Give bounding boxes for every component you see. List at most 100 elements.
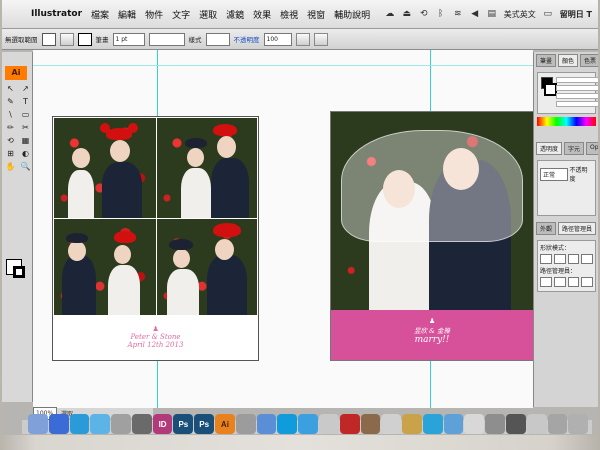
tab-transparency[interactable]: 透明度 <box>536 142 563 155</box>
color-slider[interactable] <box>556 77 598 83</box>
crop-icon[interactable] <box>581 277 593 287</box>
preferences-button[interactable] <box>313 32 328 46</box>
photo-bottom-right[interactable] <box>157 219 257 315</box>
safari-icon[interactable] <box>298 414 318 434</box>
app-icon[interactable] <box>464 414 485 434</box>
app-icon[interactable] <box>422 414 443 434</box>
app-icon[interactable] <box>339 414 360 434</box>
eject-icon[interactable]: ⏏ <box>402 9 412 19</box>
fill-color-swatch[interactable] <box>41 32 56 46</box>
unite-icon[interactable] <box>540 254 552 264</box>
stroke-swatch[interactable] <box>13 266 25 278</box>
pen-tool-icon[interactable]: ✎ <box>4 96 17 108</box>
time-machine-icon[interactable]: ⟲ <box>419 9 429 19</box>
ical-icon[interactable] <box>256 414 277 434</box>
fill-dropdown-icon[interactable] <box>59 32 74 46</box>
selection-tool-icon[interactable]: ↖ <box>4 83 17 95</box>
menu-file[interactable]: 檔案 <box>91 8 109 21</box>
stroke-weight-field[interactable]: 1 pt <box>112 32 145 46</box>
menu-window[interactable]: 視窗 <box>307 8 325 21</box>
menu-edit[interactable]: 編輯 <box>118 8 136 21</box>
menu-object[interactable]: 物件 <box>145 8 163 21</box>
app-icon[interactable] <box>505 414 526 434</box>
color-slider[interactable] <box>556 93 598 99</box>
merge-icon[interactable] <box>567 277 580 287</box>
input-method[interactable]: 美式英文 <box>504 9 536 20</box>
tab-pathfinder[interactable]: 路徑管理員 <box>558 222 597 235</box>
trash-icon[interactable] <box>568 414 589 434</box>
app-icon[interactable] <box>485 414 505 434</box>
canvas[interactable]: ♟ Peter & Stone April 12th 2013 ♟ 昱欣 & 金… <box>33 50 534 408</box>
illustrator-icon[interactable]: Ai <box>215 414 235 434</box>
gradient-tool-icon[interactable]: ◐ <box>19 148 32 160</box>
photo-top-right[interactable] <box>157 118 257 218</box>
type-tool-icon[interactable]: T <box>19 96 32 108</box>
menu-help[interactable]: 輔助說明 <box>334 8 370 21</box>
document-setup-button[interactable] <box>295 32 310 46</box>
guitar-app-icon[interactable] <box>402 414 422 434</box>
app-menu[interactable]: Illustrator <box>31 9 82 19</box>
tab-character[interactable]: 字元 <box>564 142 585 155</box>
cloud-icon[interactable]: ☁ <box>385 9 395 19</box>
tab-swatches[interactable]: 色票 <box>580 54 598 67</box>
wifi-icon[interactable]: ≋ <box>453 9 463 19</box>
firefox-icon[interactable] <box>48 414 69 434</box>
scissors-tool-icon[interactable]: ✂ <box>19 122 32 134</box>
photoshop-icon[interactable]: Ps <box>194 414 215 434</box>
rotate-tool-icon[interactable]: ⟲ <box>4 135 17 147</box>
volume-icon[interactable]: ◀ <box>470 9 480 19</box>
documents-folder-icon[interactable] <box>526 414 547 434</box>
brush-dropdown[interactable] <box>148 32 185 46</box>
photoshop-icon[interactable]: Ps <box>173 414 194 434</box>
photo-app-icon[interactable] <box>69 414 90 434</box>
finder-icon[interactable] <box>28 414 48 434</box>
color-spectrum[interactable] <box>537 117 596 126</box>
artboard-right[interactable]: ♟ 昱欣 & 金雅 marry!! <box>330 111 534 361</box>
guide-line-horizontal[interactable] <box>33 65 533 66</box>
tab-appearance[interactable]: 外觀 <box>536 222 557 235</box>
style-dropdown[interactable] <box>205 32 230 46</box>
line-tool-icon[interactable]: \ <box>4 109 17 121</box>
veil-photo[interactable] <box>331 112 533 310</box>
opacity-field[interactable]: 100 <box>263 32 292 46</box>
preview-icon[interactable] <box>235 414 256 434</box>
tab-stroke[interactable]: 筆畫 <box>536 54 557 67</box>
tab-color[interactable]: 顏色 <box>558 54 579 67</box>
app-icon[interactable] <box>360 414 381 434</box>
battery-icon[interactable]: ▭ <box>543 9 553 19</box>
menu-view[interactable]: 檢視 <box>280 8 298 21</box>
downloads-folder-icon[interactable] <box>547 414 568 434</box>
flag-icon[interactable]: ▤ <box>487 9 497 19</box>
stroke-color-swatch[interactable] <box>77 32 92 46</box>
fill-stroke-swatches[interactable] <box>6 259 28 281</box>
menu-filter[interactable]: 濾鏡 <box>226 8 244 21</box>
app-icon[interactable] <box>443 414 464 434</box>
pencil-tool-icon[interactable]: ✏ <box>4 122 17 134</box>
skype-icon[interactable] <box>277 414 298 434</box>
divide-icon[interactable] <box>540 277 552 287</box>
rectangle-tool-icon[interactable]: ▭ <box>19 109 32 121</box>
tab-opentype[interactable]: Open <box>586 142 598 155</box>
bluetooth-icon[interactable]: ᛒ <box>436 9 446 19</box>
direct-selection-tool-icon[interactable]: ↗ <box>19 83 32 95</box>
color-slider[interactable] <box>556 101 598 107</box>
color-slider[interactable] <box>556 85 598 91</box>
hand-tool-icon[interactable]: ✋ <box>4 161 17 173</box>
camera-app-icon[interactable] <box>131 414 152 434</box>
trim-icon[interactable] <box>553 277 566 287</box>
photo-bottom-left[interactable] <box>54 219 156 315</box>
graph-tool-icon[interactable]: ▦ <box>19 135 32 147</box>
minus-front-icon[interactable] <box>553 254 566 264</box>
menu-select[interactable]: 選取 <box>199 8 217 21</box>
artboard-left[interactable]: ♟ Peter & Stone April 12th 2013 <box>52 116 259 361</box>
photo-top-left[interactable] <box>54 118 156 218</box>
indesign-icon[interactable]: ID <box>152 414 173 434</box>
exclude-icon[interactable] <box>581 254 593 264</box>
mesh-tool-icon[interactable]: ⊞ <box>4 148 17 160</box>
blend-mode-dropdown[interactable]: 正常 <box>540 167 568 181</box>
user-name[interactable]: 留明日 T <box>560 9 592 20</box>
color-panel[interactable] <box>537 72 598 114</box>
app-icon[interactable] <box>111 414 131 434</box>
app-icon[interactable] <box>318 414 339 434</box>
zoom-tool-icon[interactable]: 🔍 <box>19 161 32 173</box>
